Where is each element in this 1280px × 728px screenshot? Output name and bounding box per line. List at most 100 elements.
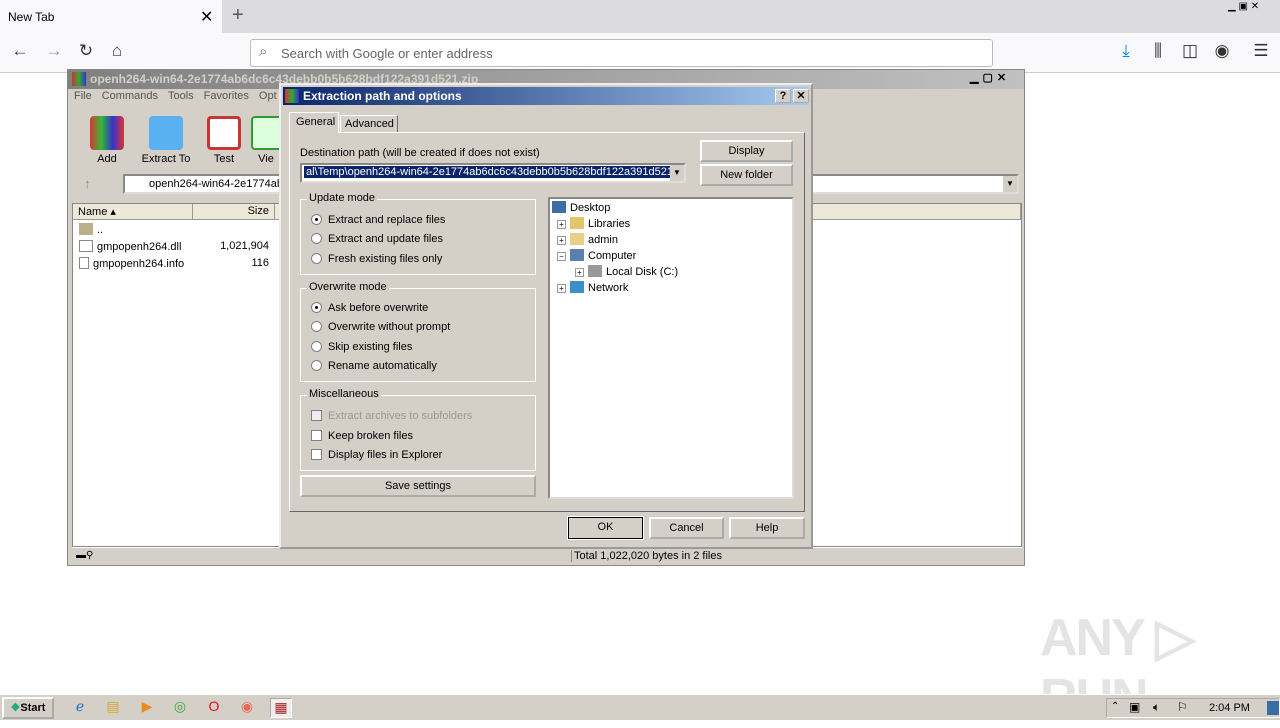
folder-icon	[149, 116, 183, 150]
checkbox-display-explorer[interactable]: Display files in Explorer	[311, 449, 442, 461]
radio-fresh-existing[interactable]: Fresh existing files only	[311, 253, 442, 265]
destination-label: Destination path (will be created if doe…	[300, 147, 540, 159]
file-icon	[79, 257, 89, 269]
checkbox-keep-broken[interactable]: Keep broken files	[311, 430, 413, 442]
home-icon[interactable]: ⌂	[105, 41, 129, 61]
radio-extract-replace[interactable]: Extract and replace files	[311, 214, 445, 226]
table-row[interactable]: ..	[79, 223, 103, 236]
start-button[interactable]: ❖Start	[2, 697, 54, 719]
winrar-taskbar-icon[interactable]: ▦	[270, 698, 292, 718]
help-button[interactable]: Help	[729, 517, 805, 539]
winrar-window-controls[interactable]: ▁▢✕	[970, 71, 1010, 84]
ok-button[interactable]: OK	[567, 516, 644, 540]
chevron-down-icon[interactable]: ▼	[670, 165, 684, 181]
firefox-icon[interactable]: ◉	[236, 698, 258, 718]
tree-network[interactable]: + Network	[557, 281, 628, 294]
tree-local-disk[interactable]: + Local Disk (C:)	[575, 265, 678, 278]
radio-extract-update[interactable]: Extract and update files	[311, 233, 443, 245]
tab-general[interactable]: General	[289, 112, 339, 133]
address-bar[interactable]: ⌕ Search with Google or enter address	[250, 39, 993, 67]
radio-rename-auto[interactable]: Rename automatically	[311, 360, 437, 372]
ie-icon[interactable]: ℯ	[69, 698, 91, 718]
tray-expand-icon[interactable]: ⌃	[1111, 701, 1119, 712]
checkbox-icon	[311, 430, 322, 441]
option-label: Fresh existing files only	[328, 253, 443, 265]
table-row[interactable]: gmpopenh264.info 116	[79, 257, 269, 270]
menu-commands[interactable]: Commands	[102, 90, 158, 102]
column-size[interactable]: Size	[193, 204, 275, 220]
opera-icon[interactable]: O	[203, 698, 225, 718]
file-name: gmpopenh264.dll	[97, 241, 182, 253]
toolbar-add[interactable]: Add	[77, 116, 137, 165]
menu-tools[interactable]: Tools	[168, 90, 194, 102]
window-controls[interactable]: ▁ ▣ ✕	[1228, 1, 1280, 16]
flag-icon[interactable]: ⚐	[1177, 700, 1188, 714]
display-button[interactable]: Display	[700, 140, 793, 162]
clock[interactable]: 2:04 PM	[1209, 702, 1250, 714]
new-tab-button[interactable]: +	[232, 4, 244, 27]
download-icon[interactable]: ⤓	[1114, 41, 1138, 61]
desktop-icon	[552, 201, 566, 213]
up-icon[interactable]: ↑	[84, 176, 91, 191]
column-name[interactable]: Name ▴	[73, 204, 193, 220]
misc-label: Miscellaneous	[307, 388, 381, 400]
sidebar-icon[interactable]: ◫	[1178, 41, 1202, 61]
menu-file[interactable]: File	[74, 90, 92, 102]
library-icon[interactable]: ⫼	[1146, 41, 1170, 61]
close-tab-icon[interactable]: ✕	[200, 7, 213, 27]
toolbar-extract-to[interactable]: Extract To	[136, 116, 196, 165]
test-label: Test	[213, 153, 235, 165]
collapse-icon[interactable]: −	[557, 252, 566, 261]
view-label: Vie	[258, 153, 274, 165]
tree-computer[interactable]: − Computer	[557, 249, 636, 262]
help-icon[interactable]: ?	[775, 89, 791, 103]
chevron-down-icon[interactable]: ▼	[1003, 176, 1017, 192]
folder-tree: Desktop + Libraries + admin − Computer + Loc…	[548, 197, 794, 499]
dialog-title: Extraction path and options	[303, 89, 462, 103]
radio-skip-existing[interactable]: Skip existing files	[311, 341, 412, 353]
cancel-button[interactable]: Cancel	[649, 517, 724, 539]
media-player-icon[interactable]: ▶	[136, 698, 158, 718]
forward-icon[interactable]: →	[42, 41, 66, 61]
tree-libraries[interactable]: + Libraries	[557, 217, 630, 230]
menu-favorites[interactable]: Favorites	[204, 90, 249, 102]
option-label: Extract archives to subfolders	[328, 410, 473, 422]
menu-options[interactable]: Opt	[259, 90, 277, 102]
tab-new-tab[interactable]: New Tab ✕	[0, 0, 222, 33]
toolbar-view[interactable]: Vie	[251, 116, 281, 165]
radio-ask-before[interactable]: Ask before overwrite	[311, 302, 428, 314]
menu-icon[interactable]: ☰	[1249, 41, 1273, 61]
tree-desktop[interactable]: Desktop	[552, 201, 610, 214]
expand-icon[interactable]: +	[557, 220, 566, 229]
tab-title: New Tab	[8, 10, 55, 24]
checkbox-extract-subfolders[interactable]: Extract archives to subfolders	[311, 410, 472, 422]
show-desktop-button[interactable]	[1267, 701, 1279, 715]
close-icon[interactable]: ✕	[793, 89, 809, 103]
back-icon[interactable]: ←	[8, 41, 32, 61]
table-row[interactable]: gmpopenh264.dll 1,021,904	[79, 240, 269, 253]
expand-icon[interactable]: +	[575, 268, 584, 277]
account-icon[interactable]: ◉	[1210, 41, 1234, 61]
browser-tab-bar: New Tab ✕ + ▁ ▣ ✕	[0, 0, 1280, 33]
toolbar-test[interactable]: Test	[194, 116, 254, 165]
expand-icon[interactable]: +	[557, 284, 566, 293]
save-settings-button[interactable]: Save settings	[300, 475, 536, 497]
destination-path-input[interactable]: al\Temp\openh264-win64-2e1774ab6dc6c43de…	[300, 163, 686, 183]
network-tray-icon[interactable]: ▣	[1129, 700, 1140, 714]
option-label: Rename automatically	[328, 360, 437, 372]
update-mode-group: Update mode Extract and replace files Ex…	[300, 192, 536, 275]
new-folder-button[interactable]: New folder	[700, 164, 793, 186]
reload-icon[interactable]: ↻	[74, 41, 98, 61]
destination-path-value: al\Temp\openh264-win64-2e1774ab6dc6c43de…	[304, 166, 675, 178]
add-icon	[90, 116, 124, 150]
volume-icon[interactable]: 🔈︎	[1153, 700, 1160, 715]
misc-group: Miscellaneous Extract archives to subfol…	[300, 388, 536, 471]
expand-icon[interactable]: +	[557, 236, 566, 245]
tree-admin[interactable]: + admin	[557, 233, 618, 246]
explorer-icon[interactable]: ▤	[102, 698, 124, 718]
radio-overwrite-without[interactable]: Overwrite without prompt	[311, 321, 450, 333]
radio-icon	[311, 253, 322, 264]
tab-advanced[interactable]: Advanced	[340, 115, 398, 133]
dialog-title-bar: Extraction path and options ? ✕	[283, 87, 809, 105]
chrome-icon[interactable]: ◎	[169, 698, 191, 718]
